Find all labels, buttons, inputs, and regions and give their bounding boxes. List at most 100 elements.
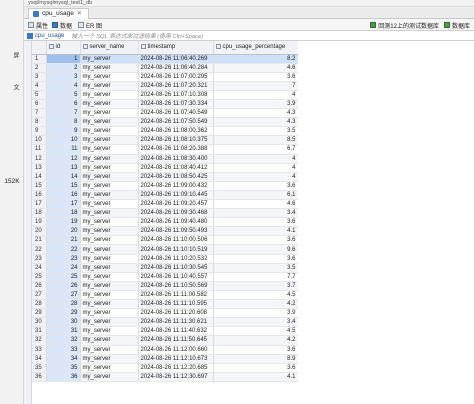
cell-server-name[interactable]: my_server: [80, 217, 139, 228]
cell-server-name[interactable]: my_server: [80, 299, 139, 310]
cell-cpu-usage[interactable]: 4.6: [213, 199, 299, 210]
cell-id[interactable]: 8: [46, 117, 81, 128]
tab-data[interactable]: 数据: [52, 20, 72, 30]
table-row[interactable]: 17 17 my_server 2024-08-26 11:09:20.457 4.6: [32, 199, 299, 210]
cell-cpu-usage[interactable]: 9.6: [213, 244, 299, 255]
cell-timestamp[interactable]: 2024-08-26 11:07:00.295: [138, 72, 214, 82]
cell-cpu-usage[interactable]: 3.6: [213, 363, 299, 373]
cell-id[interactable]: 23: [46, 254, 81, 264]
cell-cpu-usage[interactable]: 8.5: [213, 135, 299, 146]
cell-id[interactable]: 18: [46, 208, 81, 219]
cell-server-name[interactable]: my_server: [80, 190, 139, 201]
cell-id[interactable]: 34: [46, 354, 81, 364]
cell-cpu-usage[interactable]: 3.6: [213, 181, 299, 191]
cell-cpu-usage[interactable]: 4: [213, 154, 299, 164]
column-header-cpu-usage-percentage[interactable]: cpu_usage_percentage: [213, 41, 299, 55]
cell-server-name[interactable]: my_server: [80, 263, 139, 273]
cell-cpu-usage[interactable]: 4: [213, 90, 299, 100]
table-row[interactable]: 6 6 my_server 2024-08-26 11:07:30.334 3.9: [32, 99, 299, 110]
table-row[interactable]: 36 36 my_server 2024-08-26 11:12:30.697 4.1: [32, 372, 299, 382]
cell-timestamp[interactable]: 2024-08-26 11:11:50.645: [138, 335, 214, 346]
table-row[interactable]: 7 7 my_server 2024-08-26 11:07:40.549 4.3: [32, 108, 299, 119]
cell-cpu-usage[interactable]: 4.1: [213, 226, 299, 237]
cell-server-name[interactable]: my_server: [80, 363, 139, 373]
cell-id[interactable]: 11: [46, 144, 81, 155]
cell-cpu-usage[interactable]: 8.2: [213, 54, 299, 64]
filter-input[interactable]: 输入一个 SQL 表达式来过滤结果 (使用 Ctrl+Space): [67, 31, 474, 40]
cell-cpu-usage[interactable]: 3.9: [213, 308, 299, 319]
table-row[interactable]: 16 16 my_server 2024-08-26 11:09:10.445 6.1: [32, 190, 299, 201]
cell-server-name[interactable]: my_server: [80, 117, 139, 128]
cell-timestamp[interactable]: 2024-08-26 11:11:20.608: [138, 308, 214, 319]
table-row[interactable]: 20 20 my_server 2024-08-26 11:09:50.493 4.1: [32, 226, 299, 237]
cell-timestamp[interactable]: 2024-08-26 11:12:30.697: [138, 372, 214, 382]
cell-timestamp[interactable]: 2024-08-26 11:07:20.321: [138, 81, 214, 91]
table-row[interactable]: 1 1 my_server 2024-08-26 11:06:40.269 8.2: [32, 54, 299, 64]
table-row[interactable]: 14 14 my_server 2024-08-26 11:08:50.425 4: [32, 172, 299, 182]
cell-server-name[interactable]: my_server: [80, 54, 139, 64]
cell-timestamp[interactable]: 2024-08-26 11:12:00.660: [138, 345, 214, 355]
cell-server-name[interactable]: my_server: [80, 326, 139, 337]
cell-timestamp[interactable]: 2024-08-26 11:10:40.557: [138, 272, 214, 282]
cell-server-name[interactable]: my_server: [80, 226, 139, 237]
table-row[interactable]: 9 9 my_server 2024-08-26 11:08:00.362 3.5: [32, 126, 299, 137]
table-row[interactable]: 27 27 my_server 2024-08-26 11:11:00.582 4.5: [32, 290, 299, 301]
cell-cpu-usage[interactable]: 3.6: [213, 345, 299, 355]
cell-cpu-usage[interactable]: 3.6: [213, 235, 299, 246]
table-row[interactable]: 22 22 my_server 2024-08-26 11:10:10.519 9.6: [32, 244, 299, 255]
table-row[interactable]: 8 8 my_server 2024-08-26 11:07:50.549 4.3: [32, 117, 299, 128]
cell-cpu-usage[interactable]: 6.1: [213, 190, 299, 201]
tab-er-diagram[interactable]: ER 图: [78, 20, 102, 30]
cell-id[interactable]: 19: [46, 217, 81, 228]
cell-id[interactable]: 15: [46, 181, 81, 191]
cell-cpu-usage[interactable]: 3.5: [213, 126, 299, 137]
cell-server-name[interactable]: my_server: [80, 254, 139, 264]
cell-id[interactable]: 27: [46, 290, 81, 301]
datasource-selector[interactable]: 回测12上的测试数据库 数据库: [370, 20, 470, 30]
cell-cpu-usage[interactable]: 3.6: [213, 254, 299, 264]
cell-timestamp[interactable]: 2024-08-26 11:10:20.532: [138, 254, 214, 264]
cell-timestamp[interactable]: 2024-08-26 11:09:40.480: [138, 217, 214, 228]
cell-timestamp[interactable]: 2024-08-26 11:08:00.362: [138, 126, 214, 137]
cell-id[interactable]: 36: [46, 372, 81, 382]
column-header-timestamp[interactable]: timestamp: [138, 41, 214, 55]
vertical-label-2[interactable]: 文: [4, 84, 18, 90]
cell-timestamp[interactable]: 2024-08-26 11:10:00.506: [138, 235, 214, 246]
cell-server-name[interactable]: my_server: [80, 90, 139, 100]
cell-id[interactable]: 31: [46, 326, 81, 337]
column-header-server-name[interactable]: server_name: [80, 41, 139, 55]
cell-server-name[interactable]: my_server: [80, 354, 139, 364]
table-row[interactable]: 24 24 my_server 2024-08-26 11:10:30.545 3.5: [32, 263, 299, 273]
tab-cpu-usage[interactable]: cpu_usage ✕: [28, 8, 89, 19]
cell-cpu-usage[interactable]: 4: [213, 172, 299, 182]
cell-timestamp[interactable]: 2024-08-26 11:10:10.519: [138, 244, 214, 255]
cell-server-name[interactable]: my_server: [80, 108, 139, 119]
cell-cpu-usage[interactable]: 3.5: [213, 263, 299, 273]
cell-timestamp[interactable]: 2024-08-26 11:11:40.632: [138, 326, 214, 337]
cell-id[interactable]: 16: [46, 190, 81, 201]
cell-timestamp[interactable]: 2024-08-26 11:12:20.685: [138, 363, 214, 373]
table-row[interactable]: 23 23 my_server 2024-08-26 11:10:20.532 3.6: [32, 254, 299, 264]
cell-cpu-usage[interactable]: 4.3: [213, 117, 299, 128]
cell-id[interactable]: 2: [46, 63, 81, 73]
cell-server-name[interactable]: my_server: [80, 335, 139, 346]
cell-id[interactable]: 35: [46, 363, 81, 373]
cell-timestamp[interactable]: 2024-08-26 11:09:50.493: [138, 226, 214, 237]
cell-id[interactable]: 13: [46, 163, 81, 173]
cell-timestamp[interactable]: 2024-08-26 11:08:40.412: [138, 163, 214, 173]
cell-cpu-usage[interactable]: 7: [213, 81, 299, 91]
cell-timestamp[interactable]: 2024-08-26 11:07:10.308: [138, 90, 214, 100]
cell-cpu-usage[interactable]: 6.7: [213, 144, 299, 155]
cell-id[interactable]: 32: [46, 335, 81, 346]
cell-cpu-usage[interactable]: 8.9: [213, 354, 299, 364]
cell-server-name[interactable]: my_server: [80, 72, 139, 82]
cell-server-name[interactable]: my_server: [80, 154, 139, 164]
cell-timestamp[interactable]: 2024-08-26 11:09:30.468: [138, 208, 214, 219]
table-row[interactable]: 31 31 my_server 2024-08-26 11:11:40.632 4.5: [32, 326, 299, 337]
cell-cpu-usage[interactable]: 7.7: [213, 272, 299, 282]
cell-id[interactable]: 28: [46, 299, 81, 310]
cell-timestamp[interactable]: 2024-08-26 11:06:40.269: [138, 54, 214, 64]
cell-cpu-usage[interactable]: 4.3: [213, 108, 299, 119]
table-row[interactable]: 21 21 my_server 2024-08-26 11:10:00.506 3.6: [32, 235, 299, 246]
table-row[interactable]: 19 19 my_server 2024-08-26 11:09:40.480 3.6: [32, 217, 299, 228]
